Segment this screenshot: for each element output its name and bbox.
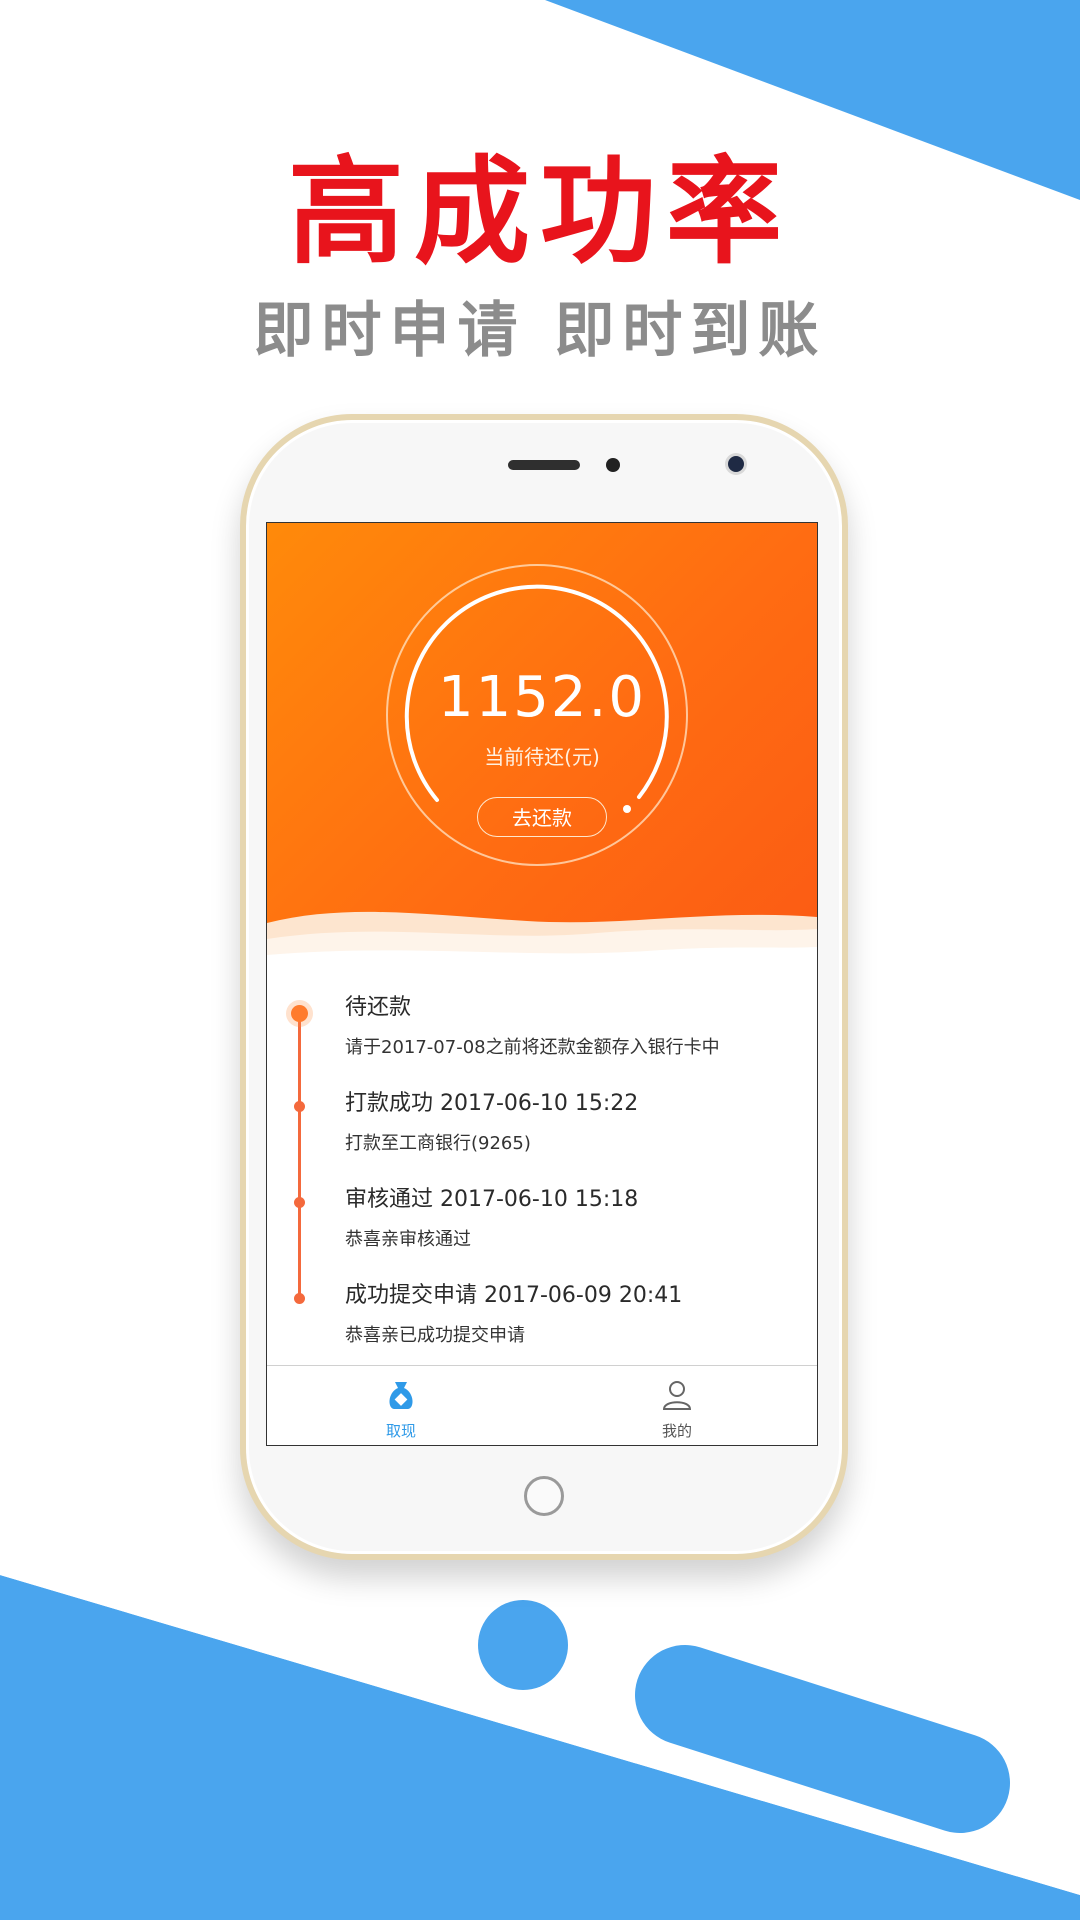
timeline-dot — [294, 1197, 305, 1208]
hero-wave — [267, 911, 817, 993]
balance-label: 当前待还(元) — [484, 745, 600, 769]
tab-cash-label: 取现 — [385, 1422, 416, 1440]
balance-amount: 1152.0 — [438, 665, 646, 730]
phone-speaker — [508, 460, 580, 470]
timeline-dot-current — [291, 1005, 308, 1022]
timeline-title: 审核通过 2017-06-10 15:18 — [345, 1187, 639, 1212]
phone-sensor — [606, 458, 620, 472]
front-camera — [728, 456, 744, 472]
timeline-title: 打款成功 2017-06-10 15:22 — [345, 1091, 639, 1116]
bottom-tab-bar: 取现 我的 — [267, 1365, 817, 1445]
repay-button[interactable]: 去还款 — [477, 797, 607, 837]
timeline-dot — [294, 1293, 305, 1304]
timeline-title: 成功提交申请 2017-06-09 20:41 — [345, 1283, 683, 1308]
timeline-item: 成功提交申请 2017-06-09 20:41 恭喜亲已成功提交申请 — [345, 1277, 805, 1347]
bottom-white-stripe — [0, 1560, 1080, 1895]
blue-pill — [635, 1645, 1010, 1833]
timeline-desc: 恭喜亲审核通过 — [345, 1229, 471, 1250]
bottom-blue-band — [0, 1575, 1080, 1920]
user-icon — [662, 1381, 692, 1410]
timeline-desc: 恭喜亲已成功提交申请 — [345, 1325, 525, 1346]
timeline-desc: 打款至工商银行(9265) — [345, 1133, 531, 1154]
promo-subline: 即时申请 即时到账 — [253, 296, 827, 366]
app-screen: 1152.0 当前待还(元) 去还款 待还款 请于2017-07-08之前将还款… — [266, 522, 818, 1446]
timeline-item: 审核通过 2017-06-10 15:18 恭喜亲审核通过 — [345, 1181, 805, 1251]
blue-circle — [478, 1600, 568, 1690]
home-button[interactable] — [524, 1476, 564, 1516]
tab-cash[interactable]: 取现 — [341, 1378, 461, 1441]
phone-frame: 1152.0 当前待还(元) 去还款 待还款 请于2017-07-08之前将还款… — [240, 414, 848, 1560]
tab-mine-label: 我的 — [661, 1422, 692, 1440]
balance-hero: 1152.0 当前待还(元) 去还款 — [267, 523, 817, 993]
timeline-line — [298, 1011, 301, 1301]
status-timeline: 待还款 请于2017-07-08之前将还款金额存入银行卡中 打款成功 2017-… — [267, 989, 817, 1349]
promo-headline: 高成功率 — [288, 145, 792, 280]
timeline-item: 待还款 请于2017-07-08之前将还款金额存入银行卡中 — [345, 989, 805, 1059]
timeline-dot — [294, 1101, 305, 1112]
money-bag-icon — [389, 1382, 413, 1409]
tab-mine[interactable]: 我的 — [617, 1378, 737, 1441]
timeline-title: 待还款 — [345, 995, 412, 1020]
timeline-item: 打款成功 2017-06-10 15:22 打款至工商银行(9265) — [345, 1085, 805, 1155]
timeline-desc: 请于2017-07-08之前将还款金额存入银行卡中 — [345, 1037, 720, 1058]
